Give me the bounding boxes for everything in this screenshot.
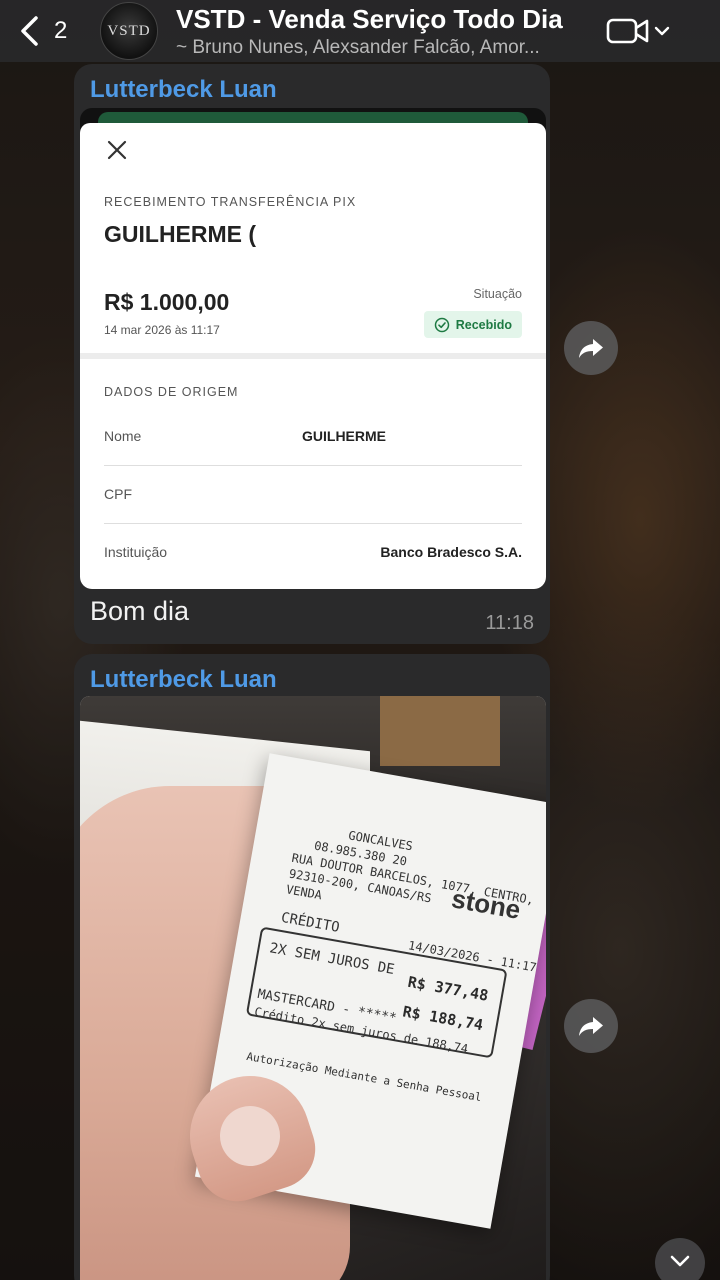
status-value: Recebido — [455, 317, 512, 332]
scroll-down-button[interactable] — [655, 1238, 705, 1280]
row-value: Banco Bradesco S.A. — [380, 544, 522, 560]
forward-button[interactable] — [564, 999, 618, 1053]
back-button[interactable]: 2 — [18, 15, 98, 47]
receipt-amount: R$ 1.000,00 — [104, 289, 230, 315]
receipt-row-name: Nome GUILHERME — [104, 407, 522, 465]
check-circle-icon — [434, 317, 449, 332]
video-call-icon — [606, 18, 649, 44]
video-call-button[interactable] — [606, 15, 670, 47]
photo-attachment[interactable]: stone GONCALVES 08.985.380 20 RUA DOUTOR… — [80, 696, 546, 1280]
status-label: Situação — [473, 287, 522, 301]
forward-button[interactable] — [564, 321, 618, 375]
message-bubble[interactable]: Lutterbeck Luan RECEBIMENTO TRANSFERÊNCI… — [74, 64, 550, 644]
message-bubble[interactable]: Lutterbeck Luan stone GONCALVES 08.985.3… — [74, 654, 550, 1280]
row-label: Instituição — [104, 544, 168, 560]
status-badge: Recebido — [423, 311, 522, 338]
forward-icon — [579, 339, 603, 358]
message-text: Bom dia — [90, 596, 190, 626]
chat-title-area[interactable]: VSTD - Venda Serviço Todo Dia ~ Bruno Nu… — [176, 4, 596, 59]
section-divider — [80, 353, 546, 359]
message-sender[interactable]: Lutterbeck Luan — [80, 70, 544, 112]
receipt-kicker: RECEBIMENTO TRANSFERÊNCIA PIX — [104, 195, 357, 209]
row-value: GUILHERME — [302, 428, 386, 444]
photo-wood-panel — [380, 696, 500, 766]
image-attachment[interactable]: RECEBIMENTO TRANSFERÊNCIA PIX GUILHERME … — [80, 108, 546, 589]
section-title: DADOS DE ORIGEM — [104, 385, 239, 399]
forward-icon — [579, 1017, 603, 1036]
chevron-down-icon — [654, 26, 670, 36]
close-icon — [107, 140, 127, 160]
avatar-text: VSTD — [107, 22, 151, 39]
group-avatar[interactable]: VSTD — [100, 2, 158, 60]
chat-participants: ~ Bruno Nunes, Alexsander Falcão, Amor..… — [176, 36, 540, 58]
pix-receipt-sheet: RECEBIMENTO TRANSFERÊNCIA PIX GUILHERME … — [80, 123, 546, 589]
scroll-down-icon — [670, 1255, 690, 1267]
receipt-row-cpf: CPF — [104, 465, 522, 523]
receipt-payer: GUILHERME ( — [104, 221, 257, 247]
receipt-date: 14 mar 2026 às 11:17 — [104, 323, 220, 337]
unread-count: 2 — [54, 17, 68, 44]
chat-title: VSTD - Venda Serviço Todo Dia — [176, 3, 563, 34]
row-label: Nome — [104, 428, 142, 444]
receipt-row-institution: Instituição Banco Bradesco S.A. — [104, 523, 522, 581]
chat-header: 2 VSTD VSTD - Venda Serviço Todo Dia ~ B… — [0, 0, 720, 62]
message-time: 11:18 — [485, 612, 534, 634]
row-label: CPF — [104, 486, 132, 502]
back-chevron-icon — [21, 16, 38, 46]
